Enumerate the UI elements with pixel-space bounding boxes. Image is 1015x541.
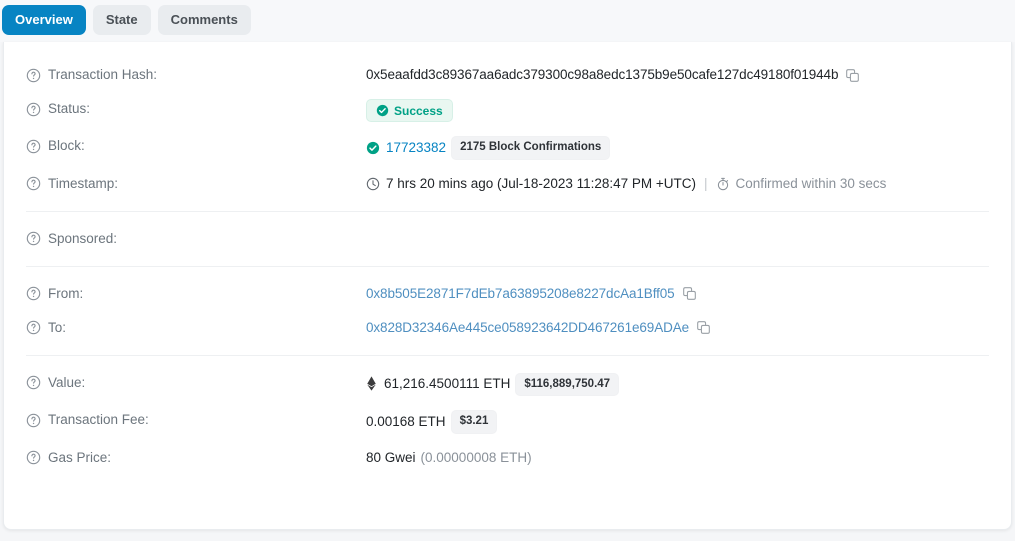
help-circle-icon[interactable] [26,375,41,390]
row-block: Block: 17723382 2175 Block Confirmations [4,129,1011,167]
value-sponsored [366,229,989,249]
details-list: Transaction Hash: 0x5eaafdd3c89367aa6adc… [4,42,1011,485]
label-value: Value: [26,373,366,393]
status-text: Success [394,103,443,118]
label-text: Block: [48,138,85,153]
value-transaction-hash: 0x5eaafdd3c89367aa6adc379300c98a8edc1375… [366,65,989,85]
fee-usd-badge: $3.21 [450,410,498,434]
help-circle-icon[interactable] [26,68,41,83]
help-circle-icon[interactable] [26,139,41,154]
timestamp-confirmed: Confirmed within 30 secs [735,175,887,191]
value-to: 0x828D32346Ae445ce058923642DD467261e69AD… [366,318,989,338]
stopwatch-icon [716,177,730,191]
divider-below-sponsored [26,265,989,267]
divider-above-value [26,354,989,356]
row-transaction-hash: Transaction Hash: 0x5eaafdd3c89367aa6adc… [4,58,1011,92]
value-from: 0x8b505E2871F7dEb7a63895208e8227dcAa1Bff… [366,284,989,304]
label-text: Transaction Fee: [48,412,149,427]
help-circle-icon[interactable] [26,286,41,301]
help-circle-icon[interactable] [26,413,41,428]
fee-eth-text: 0.00168 ETH [366,413,446,429]
timestamp-relative: 7 hrs 20 mins ago (Jul-18-2023 11:28:47 … [386,175,697,191]
tab-state[interactable]: State [92,5,151,35]
block-number-link[interactable]: 17723382 [386,138,446,158]
value-block: 17723382 2175 Block Confirmations [366,136,989,160]
help-circle-icon[interactable] [26,102,41,117]
tab-bar: Overview State Comments [0,0,1015,42]
clock-icon [366,177,380,191]
value-transaction-fee: 0.00168 ETH $3.21 [366,410,989,434]
check-circle-icon [366,141,380,155]
help-circle-icon[interactable] [26,231,41,246]
label-sponsored: Sponsored: [26,229,366,249]
row-value: Value: 61,216.4500111 ETH $116,889,750.4… [4,366,1011,404]
from-address-link[interactable]: 0x8b505E2871F7dEb7a63895208e8227dcAa1Bff… [366,284,675,304]
label-timestamp: Timestamp: [26,174,366,194]
gas-price-gwei: 80 Gwei [366,449,416,465]
help-circle-icon[interactable] [26,176,41,191]
row-timestamp: Timestamp: 7 hrs 20 mins ago (Jul-18-202… [4,167,1011,201]
transaction-hash-text: 0x5eaafdd3c89367aa6adc379300c98a8edc1375… [366,67,839,82]
row-to: To: 0x828D32346Ae445ce058923642DD467261e… [4,311,1011,345]
gas-price-eth: (0.00000008 ETH) [420,449,532,465]
label-text: To: [48,319,67,335]
label-status: Status: [26,99,366,119]
label-from: From: [26,284,366,304]
value-usd-badge: $116,889,750.47 [515,372,620,396]
tab-overview[interactable]: Overview [2,5,86,35]
label-to: To: [26,318,366,338]
status-badge: Success [366,99,453,122]
row-from: From: 0x8b505E2871F7dEb7a63895208e8227dc… [4,277,1011,311]
row-status: Status: Success [4,92,1011,129]
overview-card: Transaction Hash: 0x5eaafdd3c89367aa6adc… [3,42,1012,530]
label-text: Gas Price: [48,449,112,465]
divider-above-sponsored [26,210,989,212]
tab-comments[interactable]: Comments [157,5,251,35]
block-confirmations-badge: 2175 Block Confirmations [451,136,611,160]
label-text: Transaction Hash: [48,67,158,82]
row-gas-price: Gas Price: 80 Gwei (0.00000008 ETH) [4,441,1011,475]
label-block: Block: [26,136,366,156]
label-text: Value: [48,374,86,390]
label-transaction-hash: Transaction Hash: [26,65,366,85]
ethereum-diamond-icon [366,376,377,392]
check-circle-icon [376,104,389,117]
label-gas-price: Gas Price: [26,448,366,468]
to-address-link[interactable]: 0x828D32346Ae445ce058923642DD467261e69AD… [366,318,689,338]
label-transaction-fee: Transaction Fee: [26,410,366,430]
value-status: Success [366,99,989,122]
copy-icon[interactable] [682,286,697,301]
copy-icon[interactable] [696,320,711,335]
label-text: Timestamp: [48,175,119,191]
value-gas-price: 80 Gwei (0.00000008 ETH) [366,448,989,468]
help-circle-icon[interactable] [26,320,41,335]
timestamp-separator: | [704,175,708,191]
transaction-details-page: Overview State Comments Transaction Hash… [0,0,1015,541]
copy-icon[interactable] [845,68,860,83]
help-circle-icon[interactable] [26,450,41,465]
row-sponsored: Sponsored: [4,222,1011,256]
label-text: From: [48,285,84,301]
label-text: Sponsored: [48,230,118,246]
value-eth-text: 61,216.4500111 ETH [384,376,511,392]
value-timestamp: 7 hrs 20 mins ago (Jul-18-2023 11:28:47 … [366,174,989,194]
row-transaction-fee: Transaction Fee: 0.00168 ETH $3.21 [4,403,1011,441]
value-amount: 61,216.4500111 ETH $116,889,750.47 [366,372,989,396]
label-text: Status: [48,101,91,116]
